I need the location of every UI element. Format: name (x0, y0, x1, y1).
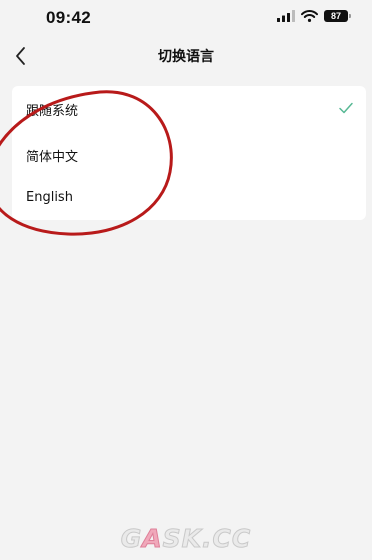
page-title: 切换语言 (158, 49, 214, 65)
check-icon (339, 102, 353, 114)
language-list: 跟随系统 简体中文 English (12, 86, 366, 220)
status-icons: 87 (277, 10, 351, 22)
status-bar: 09:42 87 (0, 0, 372, 36)
nav-bar: 切换语言 (0, 36, 372, 76)
language-option-follow-system[interactable]: 跟随系统 (12, 88, 366, 128)
signal-icon (277, 10, 295, 22)
language-option-simplified-chinese[interactable]: 简体中文 (12, 134, 366, 174)
language-option-english[interactable]: English (12, 178, 366, 218)
battery-level: 87 (330, 11, 341, 21)
watermark-part: SK.CC (162, 524, 252, 554)
status-time: 09:42 (46, 8, 91, 27)
battery-icon: 87 (324, 10, 351, 22)
watermark: GASK.CC (0, 524, 372, 554)
language-option-label: 跟随系统 (26, 104, 79, 119)
watermark-part: G (120, 524, 143, 554)
language-option-label: 简体中文 (26, 150, 79, 165)
watermark-accent: A (142, 524, 163, 554)
language-option-label: English (26, 190, 73, 205)
wifi-icon (301, 10, 318, 22)
